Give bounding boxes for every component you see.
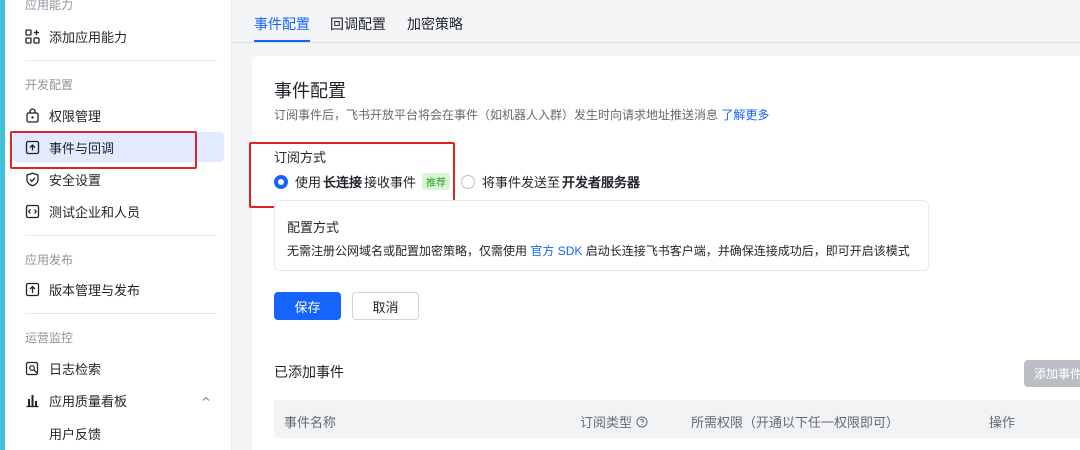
cancel-button[interactable]: 取消 bbox=[352, 292, 419, 320]
sidebar-item-label: 事件与回调 bbox=[49, 140, 115, 156]
recommended-badge: 推荐 bbox=[422, 173, 451, 190]
column-header-type: 订阅类型 bbox=[580, 412, 648, 431]
page-title: 事件配置 bbox=[274, 81, 346, 101]
radio-long-connection[interactable] bbox=[274, 174, 288, 189]
bar-chart-icon bbox=[25, 393, 40, 408]
section-label-ops-monitor: 运营监控 bbox=[25, 331, 74, 345]
sidebar-item-label: 日志检索 bbox=[49, 361, 102, 377]
sidebar-item-test-users[interactable]: 测试企业和人员 bbox=[13, 196, 224, 226]
shield-icon bbox=[25, 172, 40, 187]
sidebar-item-label: 测试企业和人员 bbox=[49, 204, 141, 220]
sidebar-item-security[interactable]: 安全设置 bbox=[13, 164, 224, 194]
section-label-app-capability: 应用能力 bbox=[25, 0, 74, 12]
learn-more-link[interactable]: 了解更多 bbox=[721, 108, 769, 122]
active-tab-indicator bbox=[254, 40, 310, 42]
sidebar-item-logs[interactable]: 日志检索 bbox=[13, 353, 224, 383]
sidebar-item-label: 安全设置 bbox=[49, 172, 102, 188]
sidebar-item-events[interactable]: 事件与回调 bbox=[13, 132, 224, 162]
sidebar-item-quality[interactable]: 应用质量看板 bbox=[13, 385, 224, 415]
subscribe-mode-label: 订阅方式 bbox=[274, 150, 327, 165]
tab-event-config[interactable]: 事件配置 bbox=[254, 14, 310, 34]
sidebar-item-label: 添加应用能力 bbox=[49, 29, 128, 45]
sidebar-item-label: 用户反馈 bbox=[49, 426, 102, 442]
option-strong: 长连接 bbox=[323, 175, 363, 190]
option-suffix: 接收事件 bbox=[364, 175, 417, 190]
config-method-box: 配置方式 无需注册公网域名或配置加密策略，仅需使用 官方 SDK 启动长连接飞书… bbox=[274, 200, 929, 271]
divider bbox=[25, 235, 217, 236]
config-method-title: 配置方式 bbox=[287, 220, 340, 235]
help-circle-icon[interactable] bbox=[636, 416, 648, 428]
sidebar-item-label: 应用质量看板 bbox=[49, 393, 128, 409]
option-strong: 开发者服务器 bbox=[562, 175, 641, 190]
added-events-title: 已添加事件 bbox=[274, 364, 344, 380]
code-icon bbox=[25, 204, 40, 219]
column-header-type-label: 订阅类型 bbox=[580, 415, 633, 430]
column-header-name: 事件名称 bbox=[284, 415, 337, 430]
option-prefix: 将事件发送至 bbox=[482, 175, 561, 190]
sidebar: 应用能力 添加应用能力 开发配置 权限管理 事件与回调 安全设置 测试企业和人员… bbox=[5, 0, 232, 450]
divider bbox=[25, 60, 217, 61]
section-label-app-release: 应用发布 bbox=[25, 253, 74, 267]
page-description: 订阅事件后，飞书开放平台将会在事件（如机器人入群）发生时向请求地址推送消息 了解… bbox=[274, 106, 769, 123]
option-prefix: 使用 bbox=[295, 175, 322, 190]
save-button[interactable]: 保存 bbox=[274, 292, 341, 320]
upload-box-icon bbox=[25, 282, 40, 297]
option-developer-server[interactable]: 将事件发送至 开发者服务器 bbox=[461, 172, 642, 191]
config-text-before: 无需注册公网域名或配置加密策略，仅需使用 bbox=[287, 244, 528, 258]
config-text-after: 启动长连接飞书客户端，并确保连接成功后，即可开启该模式 bbox=[585, 244, 910, 258]
column-header-permission: 所需权限（开通以下任一权限即可） bbox=[691, 415, 900, 430]
description-text: 订阅事件后，飞书开放平台将会在事件（如机器人入群）发生时向请求地址推送消息 bbox=[274, 108, 719, 122]
tab-encryption[interactable]: 加密策略 bbox=[407, 14, 463, 34]
event-upload-icon bbox=[25, 140, 40, 155]
sidebar-item-label: 权限管理 bbox=[49, 108, 102, 124]
sidebar-item-permissions[interactable]: 权限管理 bbox=[13, 100, 224, 130]
sidebar-item-label: 版本管理与发布 bbox=[49, 282, 141, 298]
tab-callback-config[interactable]: 回调配置 bbox=[330, 14, 386, 34]
config-method-text: 无需注册公网域名或配置加密策略，仅需使用 官方 SDK 启动长连接飞书客户端，并… bbox=[287, 242, 910, 259]
chevron-up-icon[interactable] bbox=[200, 393, 212, 408]
tab-bar: 事件配置 回调配置 加密策略 bbox=[232, 0, 1080, 43]
add-event-button[interactable]: 添加事件 bbox=[1024, 360, 1080, 387]
section-label-dev-config: 开发配置 bbox=[25, 78, 74, 92]
sidebar-item-versions[interactable]: 版本管理与发布 bbox=[13, 274, 224, 304]
option-long-connection[interactable]: 使用 长连接 接收事件 推荐 bbox=[274, 172, 451, 191]
divider bbox=[25, 313, 217, 314]
column-header-operation: 操作 bbox=[989, 415, 1016, 430]
grid-plus-icon bbox=[25, 28, 40, 44]
log-search-icon bbox=[25, 361, 40, 376]
lock-icon bbox=[25, 107, 40, 123]
official-sdk-link[interactable]: 官方 SDK bbox=[530, 244, 582, 258]
sidebar-item-add-capability[interactable]: 添加应用能力 bbox=[13, 21, 224, 51]
radio-developer-server[interactable] bbox=[461, 174, 475, 189]
events-table-header: 事件名称 订阅类型 所需权限（开通以下任一权限即可） 操作 bbox=[274, 400, 1080, 438]
sidebar-item-feedback[interactable]: 用户反馈 bbox=[13, 418, 224, 448]
